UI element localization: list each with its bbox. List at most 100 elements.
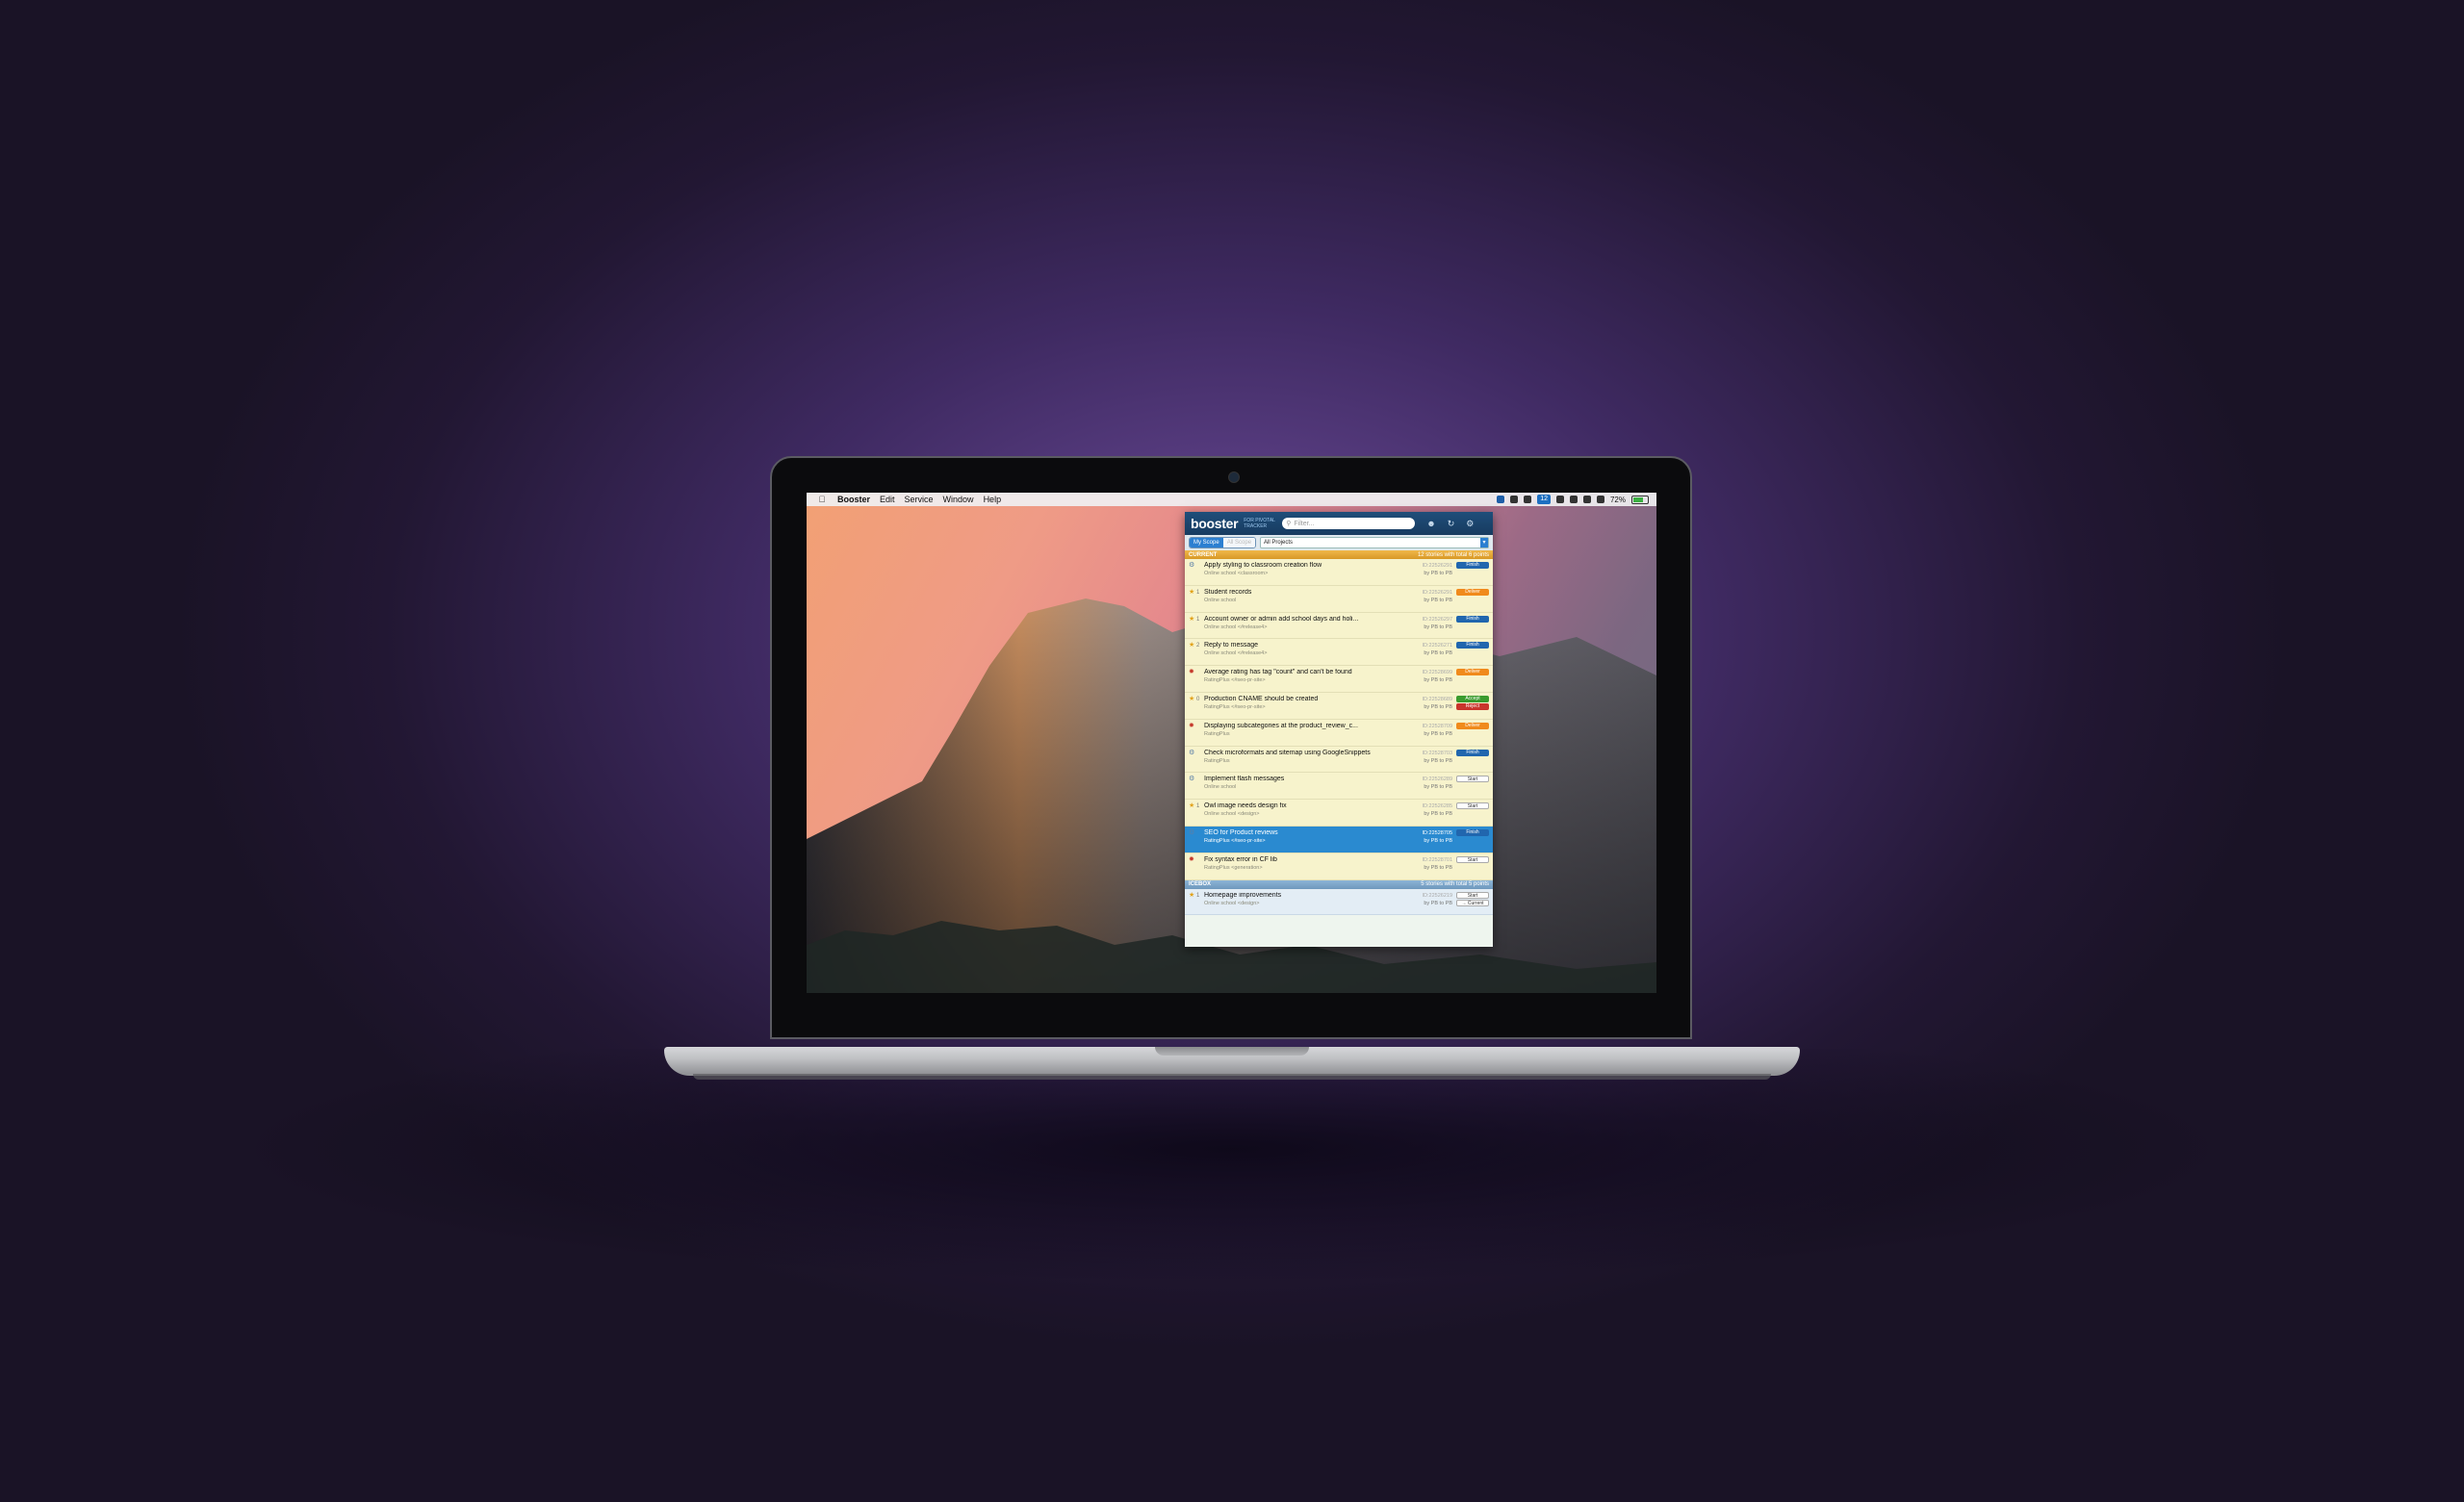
start-button[interactable]: Start: [1456, 855, 1489, 863]
story-owner: by PB to PB: [1424, 624, 1452, 630]
finish-button[interactable]: Finish: [1456, 562, 1489, 569]
start-button[interactable]: → Current: [1456, 899, 1489, 906]
story-project: RatingPlus <generation>: [1204, 864, 1263, 871]
story-row[interactable]: ★ 2 Reply to message Online school <#releas…: [1185, 639, 1493, 667]
icebox-section-header[interactable]: ICEBOX 5 stories with total 5 points: [1185, 879, 1493, 889]
story-row[interactable]: ⚙ SEO for Product reviews RatingPlus <#seo…: [1185, 826, 1493, 853]
story-points: 1: [1196, 803, 1200, 810]
evernote-icon[interactable]: [1524, 496, 1532, 503]
menu-booster[interactable]: Booster: [837, 495, 870, 504]
story-row[interactable]: ★ 1 Student records Online school ID:2252629…: [1185, 585, 1493, 613]
all-scope-button[interactable]: All Scope: [1222, 538, 1256, 547]
start-button[interactable]: Start: [1456, 802, 1489, 810]
story-main: SEO for Product reviews RatingPlus <#seo-…: [1204, 829, 1410, 845]
finish-button[interactable]: Finish: [1456, 828, 1489, 836]
story-points: 0: [1196, 696, 1200, 702]
story-title: SEO for Product reviews: [1204, 828, 1278, 836]
story-project: Online school: [1204, 784, 1237, 791]
accept-button[interactable]: Accept: [1456, 695, 1489, 702]
menu-edit[interactable]: Edit: [880, 495, 895, 504]
skype-icon[interactable]: [1555, 496, 1564, 503]
story-points: 1: [1196, 616, 1200, 623]
reject-button[interactable]: Reject: [1456, 702, 1489, 710]
story-title: Displaying subcategories at the product_…: [1204, 722, 1358, 729]
story-id: ID:22528703: [1422, 750, 1453, 756]
booster-logo: booster: [1191, 516, 1239, 531]
finish-button[interactable]: Finish: [1456, 615, 1489, 623]
gear-icon[interactable]: ⚙: [1466, 519, 1474, 529]
feature-star-icon: ★: [1189, 642, 1195, 649]
user-icon[interactable]: ☻: [1426, 519, 1435, 528]
story-meta: ID:22528705 by PB to PB: [1410, 829, 1453, 845]
apple-menu-icon[interactable]: : [816, 495, 828, 504]
start-button[interactable]: Start: [1456, 776, 1489, 783]
story-id: ID:22526219: [1422, 892, 1453, 899]
section-summary: 12 stories with total 6 points: [1417, 551, 1489, 558]
story-owner: by PB to PB: [1424, 571, 1452, 576]
table-shadow: [0, 1049, 2464, 1299]
story-id: ID:22526289: [1422, 776, 1453, 783]
story-row[interactable]: ✹ Displaying subcategories at the product…: [1185, 719, 1493, 747]
menu-window[interactable]: Window: [943, 495, 974, 504]
story-row[interactable]: ★ 1 Homepage improvements Online school <de…: [1185, 888, 1493, 916]
story-id: ID:22526297: [1422, 616, 1453, 623]
booster-tray-badge[interactable]: 12: [1537, 495, 1551, 504]
story-row[interactable]: ⚙ Implement flash messages Online school ID…: [1185, 773, 1493, 801]
icebox-story-list: ★ 1 Homepage improvements Online school <de…: [1185, 888, 1493, 916]
project-select[interactable]: All Projects ▾: [1260, 537, 1489, 548]
menu-help[interactable]: Help: [984, 495, 1002, 504]
story-main: Implement flash messages Online school: [1204, 776, 1410, 791]
battery-level: [1633, 496, 1644, 502]
story-row[interactable]: ★ 1 Account owner or admin add school days…: [1185, 612, 1493, 640]
story-row[interactable]: ★ 0 Production CNAME should be created Rati…: [1185, 692, 1493, 720]
my-scope-button[interactable]: My Scope: [1190, 538, 1223, 547]
story-main: Student records Online school: [1204, 589, 1410, 604]
refresh-icon[interactable]: ↻: [1448, 519, 1455, 529]
camera: [1228, 471, 1240, 483]
chevron-down-icon: ▾: [1480, 538, 1488, 547]
filter-placeholder: Filter...: [1294, 520, 1315, 527]
scope-toolbar: My Scope All Scope All Projects ▾: [1185, 535, 1493, 550]
laptop-screen:  Booster Edit Service Window Help 12 72…: [807, 493, 1656, 993]
filter-input[interactable]: ⚲ Filter...: [1282, 518, 1416, 529]
story-id: ID:22526285: [1422, 803, 1453, 810]
story-project: Online school: [1204, 597, 1237, 603]
story-actions: Start → Current: [1456, 891, 1489, 906]
story-owner: by PB to PB: [1424, 900, 1452, 906]
start-button[interactable]: Start: [1456, 891, 1489, 899]
story-row[interactable]: ★ 1 Owl image needs design fix Online schoo…: [1185, 800, 1493, 827]
story-row[interactable]: ✹ Fix syntax error in CF lib RatingPlus <g…: [1185, 853, 1493, 880]
flag-icon[interactable]: [1596, 496, 1604, 503]
story-title: Account owner or admin add school days a…: [1204, 615, 1359, 623]
menu-service[interactable]: Service: [905, 495, 934, 504]
story-meta: ID:22528703 by PB to PB: [1410, 750, 1453, 765]
finish-button[interactable]: Finish: [1456, 642, 1489, 649]
story-title: Reply to message: [1204, 642, 1259, 649]
battery-icon[interactable]: [1631, 495, 1649, 504]
current-section-header[interactable]: CURRENT 12 stories with total 6 points: [1185, 550, 1493, 559]
story-row[interactable]: ⚙ Apply styling to classroom creation flo…: [1185, 559, 1493, 586]
deliver-button[interactable]: Deliver: [1456, 722, 1489, 729]
twitter-icon[interactable]: [1497, 496, 1505, 503]
story-row[interactable]: ⚙ Check microformats and sitemap using Go…: [1185, 746, 1493, 774]
dropbox-icon[interactable]: [1510, 496, 1519, 503]
wifi-icon[interactable]: [1582, 496, 1591, 503]
chore-gear-icon: ⚙: [1189, 776, 1195, 783]
chore-gear-icon: ⚙: [1189, 749, 1195, 756]
deliver-button[interactable]: Deliver: [1456, 588, 1489, 596]
story-owner: by PB to PB: [1424, 811, 1452, 818]
story-owner: by PB to PB: [1424, 677, 1452, 684]
bluetooth-icon[interactable]: [1569, 496, 1578, 503]
story-project: Online school <design>: [1204, 811, 1260, 818]
story-owner: by PB to PB: [1424, 730, 1452, 737]
story-id: ID:22526271: [1422, 643, 1453, 649]
search-icon: ⚲: [1286, 521, 1292, 527]
story-actions: Finish: [1456, 749, 1489, 756]
story-project: Online school <design>: [1204, 900, 1260, 906]
story-owner: by PB to PB: [1424, 757, 1452, 764]
deliver-button[interactable]: Deliver: [1456, 669, 1489, 676]
laptop-lid:  Booster Edit Service Window Help 12 72…: [770, 456, 1692, 1039]
finish-button[interactable]: Finish: [1456, 749, 1489, 756]
story-main: Homepage improvements Online school <desi…: [1204, 892, 1410, 907]
story-row[interactable]: ✹ Average rating has tag "count" and can'…: [1185, 666, 1493, 693]
